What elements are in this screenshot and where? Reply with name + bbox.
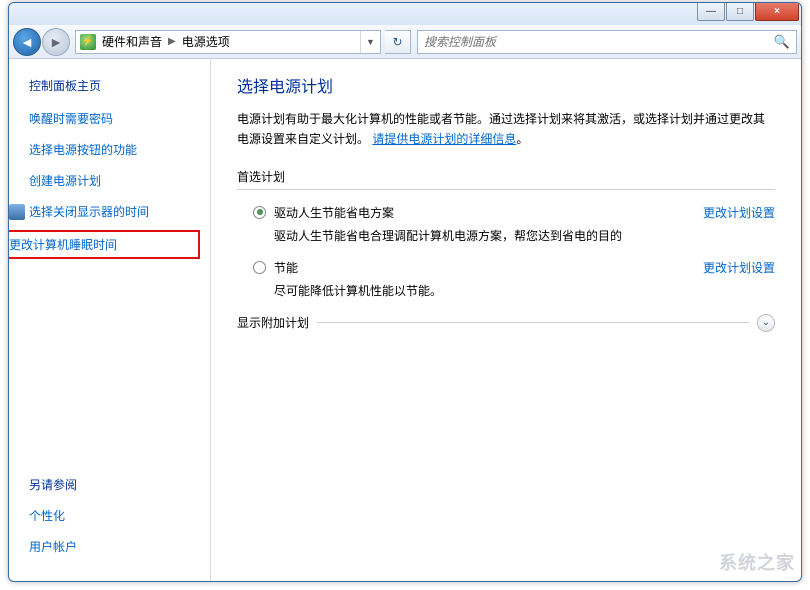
- sidebar-item-label: 选择电源按钮的功能: [29, 141, 137, 158]
- control-panel-icon: ⚡: [80, 34, 96, 50]
- content-area: 控制面板主页 唤醒时需要密码 选择电源按钮的功能 创建电源计划 选择关闭显示器的…: [9, 59, 801, 581]
- details-link[interactable]: 请提供电源计划的详细信息: [372, 132, 516, 146]
- sidebar-home-link[interactable]: 控制面板主页: [29, 77, 198, 94]
- expander-label: 显示附加计划: [237, 314, 309, 331]
- maximize-button[interactable]: □: [726, 3, 754, 21]
- address-bar[interactable]: ⚡ 硬件和声音 ▶ 电源选项 ▼: [75, 30, 381, 54]
- sidebar-item-label: 个性化: [29, 507, 65, 524]
- titlebar: — □ ×: [9, 3, 801, 25]
- plan-description: 驱动人生节能省电合理调配计算机电源方案，帮您达到省电的目的: [237, 227, 775, 245]
- refresh-button[interactable]: ↻: [385, 30, 411, 54]
- search-input[interactable]: [424, 35, 790, 49]
- search-box[interactable]: 🔍: [417, 30, 797, 54]
- plan-description: 尽可能降低计算机性能以节能。: [237, 282, 775, 300]
- watermark: 系统之家: [719, 549, 795, 575]
- divider: [317, 322, 749, 323]
- sidebar-item-user-accounts[interactable]: 用户帐户: [29, 538, 198, 555]
- main-panel: 选择电源计划 电源计划有助于最大化计算机的性能或者节能。通过选择计划来将其激活，…: [211, 59, 801, 581]
- breadcrumb-segment[interactable]: 电源选项: [182, 33, 230, 50]
- minimize-button[interactable]: —: [697, 3, 725, 21]
- sidebar-spacer: [29, 267, 198, 476]
- page-title: 选择电源计划: [237, 73, 775, 97]
- chevron-down-icon[interactable]: ⌄: [757, 314, 775, 332]
- preferred-plans-label: 首选计划: [237, 168, 775, 185]
- page-description: 电源计划有助于最大化计算机的性能或者节能。通过选择计划来将其激活，或选择计划并通…: [237, 109, 775, 150]
- sidebar-item-wake-password[interactable]: 唤醒时需要密码: [29, 110, 198, 127]
- toolbar: ◄ ► ⚡ 硬件和声音 ▶ 电源选项 ▼ ↻ 🔍: [9, 25, 801, 59]
- sidebar-item-label: 用户帐户: [29, 538, 77, 555]
- plan-radio[interactable]: [253, 206, 266, 219]
- change-plan-link[interactable]: 更改计划设置: [703, 259, 775, 276]
- sidebar-item-power-button[interactable]: 选择电源按钮的功能: [29, 141, 198, 158]
- plan-name[interactable]: 节能: [274, 259, 298, 276]
- sidebar-item-label: 创建电源计划: [29, 172, 101, 189]
- sidebar-item-personalization[interactable]: 个性化: [29, 507, 198, 524]
- sidebar-item-label: 选择关闭显示器的时间: [29, 203, 149, 220]
- plan-name[interactable]: 驱动人生节能省电方案: [274, 204, 394, 221]
- forward-button[interactable]: ►: [42, 28, 70, 56]
- back-button[interactable]: ◄: [13, 28, 41, 56]
- additional-plans-expander[interactable]: 显示附加计划 ⌄: [237, 314, 775, 332]
- plan-radio[interactable]: [253, 261, 266, 274]
- monitor-icon: [9, 204, 25, 220]
- plan-row: 驱动人生节能省电方案 更改计划设置: [237, 200, 775, 223]
- sidebar-item-label: 唤醒时需要密码: [29, 110, 113, 127]
- see-also-heading: 另请参阅: [29, 476, 198, 493]
- sidebar-item-create-plan[interactable]: 创建电源计划: [29, 172, 198, 189]
- address-dropdown-icon[interactable]: ▼: [360, 31, 380, 53]
- sidebar-item-display-off[interactable]: 选择关闭显示器的时间: [29, 203, 198, 220]
- sidebar: 控制面板主页 唤醒时需要密码 选择电源按钮的功能 创建电源计划 选择关闭显示器的…: [9, 59, 211, 581]
- change-plan-link[interactable]: 更改计划设置: [703, 204, 775, 221]
- window-frame: — □ × ◄ ► ⚡ 硬件和声音 ▶ 电源选项 ▼ ↻ 🔍 控制面板主页 唤醒…: [8, 2, 802, 582]
- plan-row: 节能 更改计划设置: [237, 255, 775, 278]
- breadcrumb-separator-icon: ▶: [168, 36, 176, 47]
- sidebar-item-sleep-time[interactable]: 更改计算机睡眠时间: [8, 230, 200, 259]
- search-icon[interactable]: 🔍: [774, 34, 790, 50]
- divider: [237, 189, 775, 190]
- close-button[interactable]: ×: [755, 3, 799, 21]
- breadcrumb-segment[interactable]: 硬件和声音: [102, 33, 162, 50]
- sidebar-item-label: 更改计算机睡眠时间: [9, 236, 117, 253]
